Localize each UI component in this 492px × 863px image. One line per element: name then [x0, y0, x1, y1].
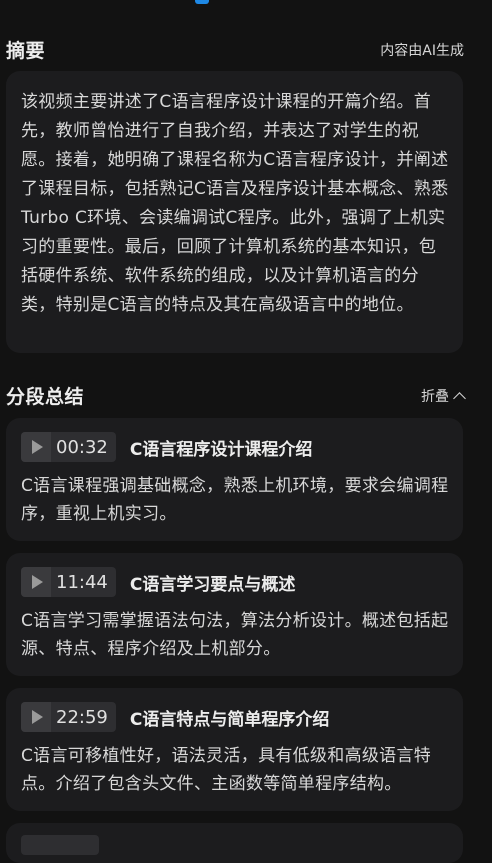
- timestamp-button[interactable]: 22:59: [21, 702, 116, 732]
- segment-description: C语言课程强调基础概念，熟悉上机环境，要求会编调程序，重视上机实习。: [21, 476, 449, 524]
- timestamp-text: 22:59: [56, 706, 108, 728]
- timestamp-button-partial[interactable]: [21, 835, 99, 855]
- segment-card-partial: [6, 823, 463, 863]
- timestamp-button[interactable]: 00:32: [21, 432, 116, 462]
- summary-card: 该视频主要讲述了C语言程序设计课程的开篇介绍。首先，教师曾怡进行了自我介绍，并表…: [6, 71, 463, 353]
- collapse-label: 折叠: [421, 388, 449, 405]
- segment-header: 00:32 C语言程序设计课程介绍: [21, 432, 449, 462]
- play-button[interactable]: [21, 432, 51, 462]
- play-button[interactable]: [21, 567, 51, 597]
- segment-card: 22:59 C语言特点与简单程序介绍 C语言可移植性好，语法灵活，具有低级和高级…: [6, 688, 463, 811]
- segment-header: 11:44 C语言学习要点与概述: [21, 567, 449, 597]
- ai-generated-note: 内容由AI生成: [380, 42, 464, 59]
- summary-title: 摘要: [6, 40, 46, 62]
- summary-header: 摘要 内容由AI生成: [6, 36, 464, 63]
- segments-header: 分段总结 折叠: [6, 382, 466, 409]
- scroll-indicator: [195, 0, 209, 4]
- timestamp-button[interactable]: 11:44: [21, 567, 116, 597]
- segment-card: 11:44 C语言学习要点与概述 C语言学习需掌握语法句法，算法分析设计。概述包…: [6, 553, 463, 676]
- timestamp-text: 00:32: [56, 436, 108, 458]
- collapse-toggle[interactable]: 折叠: [421, 386, 466, 406]
- summary-text: 该视频主要讲述了C语言程序设计课程的开篇介绍。首先，教师曾怡进行了自我介绍，并表…: [21, 92, 449, 315]
- play-icon: [32, 440, 43, 454]
- play-icon: [32, 575, 43, 589]
- segment-description: C语言可移植性好，语法灵活，具有低级和高级语言特点。介绍了包含头文件、主函数等简…: [21, 746, 432, 794]
- play-icon: [32, 710, 43, 724]
- segment-title: C语言学习要点与概述: [129, 574, 296, 595]
- segment-title: C语言特点与简单程序介绍: [129, 709, 330, 730]
- segment-title: C语言程序设计课程介绍: [129, 439, 313, 460]
- segment-description: C语言学习需掌握语法句法，算法分析设计。概述包括起源、特点、程序介绍及上机部分。: [21, 611, 449, 659]
- play-button[interactable]: [21, 702, 51, 732]
- segments-title: 分段总结: [6, 386, 85, 408]
- timestamp-text: 11:44: [56, 571, 108, 593]
- segment-header: 22:59 C语言特点与简单程序介绍: [21, 702, 449, 732]
- chevron-up-icon: [453, 391, 466, 405]
- segment-card: 00:32 C语言程序设计课程介绍 C语言课程强调基础概念，熟悉上机环境，要求会…: [6, 418, 463, 541]
